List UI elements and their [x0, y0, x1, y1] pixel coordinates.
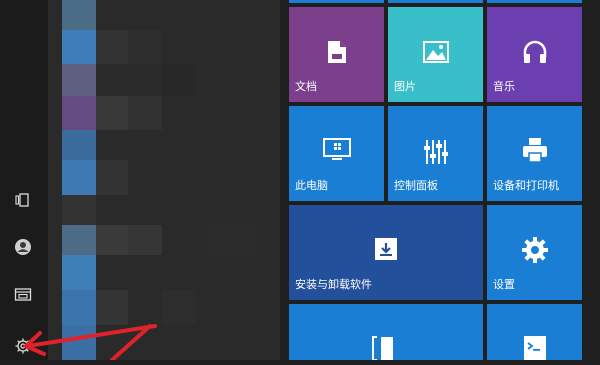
start-tile-grid: 文档 图片 音乐 此电脑 控制面板 设备和打印机 安装与卸载软件 设置	[280, 0, 600, 361]
archive-box-icon	[372, 235, 400, 268]
tile-label: 此电脑	[295, 180, 328, 192]
tile-label: 音乐	[493, 81, 515, 93]
app-list-pixelated	[48, 0, 280, 360]
settings-button[interactable]	[8, 331, 38, 361]
tile-label: 安装与卸载软件	[295, 279, 372, 291]
file-explorer-button[interactable]	[8, 279, 38, 309]
tile-label: 设置	[493, 279, 515, 291]
bracket-icon	[371, 334, 401, 365]
tile-settings[interactable]: 设置	[487, 205, 582, 300]
tile-music[interactable]: 音乐	[487, 7, 582, 102]
tile-bottom-right[interactable]	[487, 304, 582, 360]
tablet-mode-icon	[15, 192, 31, 208]
settings-gear-icon	[14, 337, 32, 355]
tile-install-uninstall[interactable]: 安装与卸载软件	[289, 205, 483, 300]
tile-devices-printers[interactable]: 设备和打印机	[487, 106, 582, 201]
tile-label: 设备和打印机	[493, 180, 559, 192]
tile-partial-top[interactable]	[289, 0, 384, 3]
tile-label: 控制面板	[394, 180, 438, 192]
gear-icon	[520, 235, 550, 270]
tile-label: 文档	[295, 81, 317, 93]
terminal-icon	[522, 334, 548, 365]
mosaic-blur	[48, 0, 280, 360]
tile-documents[interactable]: 文档	[289, 7, 384, 102]
headphones-icon	[522, 39, 548, 70]
picture-icon	[422, 41, 449, 68]
tablet-mode-button[interactable]	[8, 185, 38, 215]
tile-control-panel[interactable]: 控制面板	[388, 106, 483, 201]
sliders-icon	[423, 138, 449, 171]
tile-partial-top[interactable]	[388, 0, 483, 3]
monitor-icon	[322, 138, 351, 167]
tile-partial-top[interactable]	[487, 0, 582, 3]
tile-pictures[interactable]: 图片	[388, 7, 483, 102]
user-account-button[interactable]	[8, 232, 38, 262]
document-icon	[326, 39, 348, 70]
file-explorer-icon	[14, 286, 32, 302]
printer-icon	[521, 136, 549, 169]
tile-label: 图片	[394, 81, 416, 93]
tile-this-pc[interactable]: 此电脑	[289, 106, 384, 201]
tile-bottom-left[interactable]	[289, 304, 483, 361]
user-account-icon	[14, 238, 32, 256]
start-left-rail	[0, 0, 48, 360]
